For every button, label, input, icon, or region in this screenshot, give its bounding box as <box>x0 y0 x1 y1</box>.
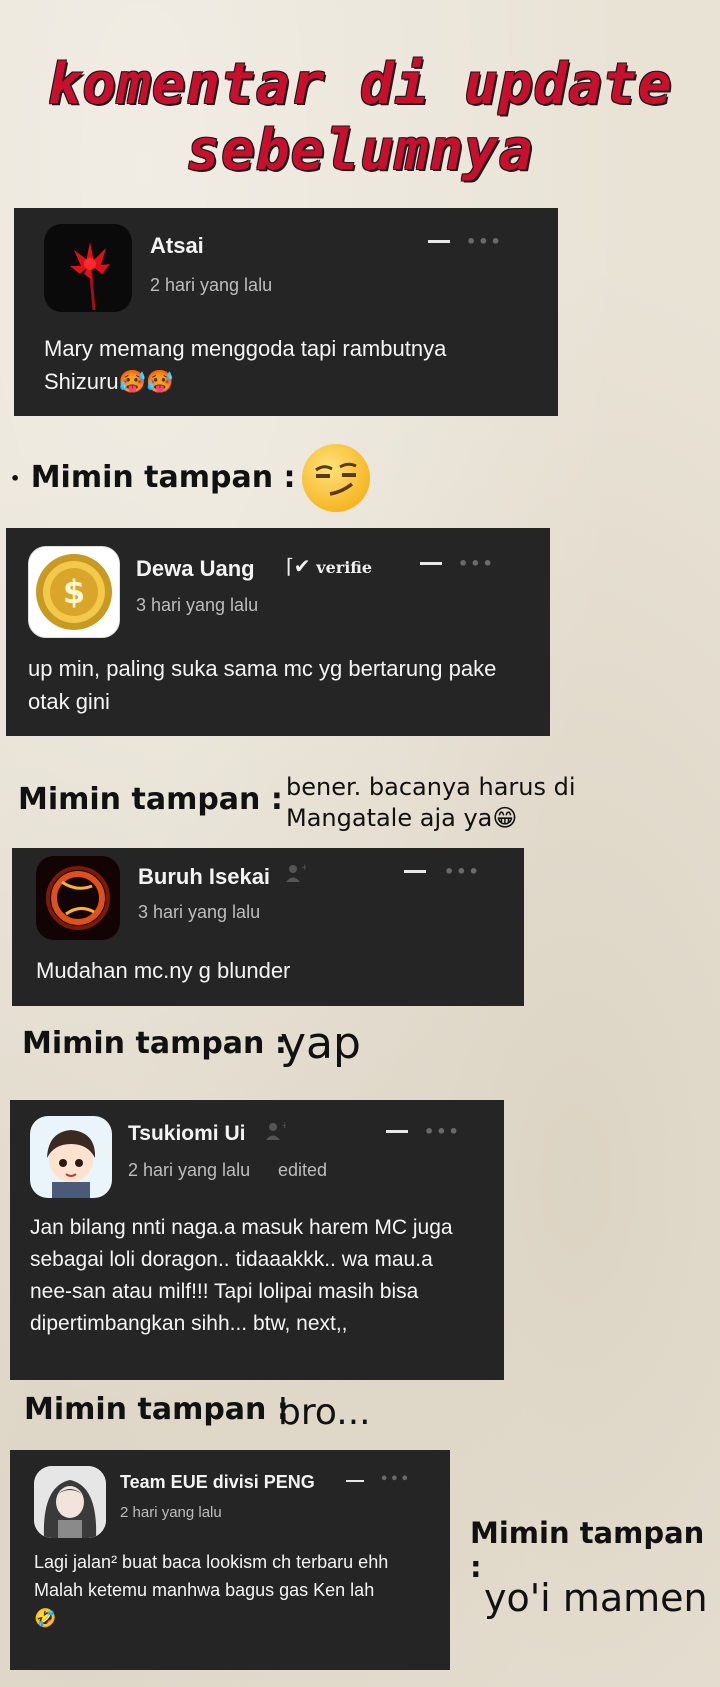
collapse-icon[interactable] <box>420 562 442 565</box>
smirk-emoji-icon <box>300 442 372 518</box>
collapse-icon[interactable] <box>346 1480 364 1482</box>
comment-text: up min, paling suka sama mc yg bertarung… <box>28 656 497 714</box>
reply-label-1: • Mimin tampan : <box>10 460 296 495</box>
comment-username[interactable]: Atsai <box>150 233 204 259</box>
comment-text: Jan bilang nnti naga.a masuk harem MC ju… <box>30 1216 453 1335</box>
more-options-icon[interactable]: ••• <box>466 232 503 251</box>
rofl-emoji-icon: 🤣 <box>34 1608 57 1628</box>
reply-text-4: bro... <box>278 1392 371 1433</box>
svg-text:+: + <box>301 863 306 873</box>
verified-badge-text: verifie <box>316 558 373 577</box>
more-options-icon[interactable]: ••• <box>444 862 481 881</box>
more-options-icon[interactable]: ••• <box>424 1122 461 1141</box>
verified-check-icon: ⌈✔ <box>286 554 311 578</box>
reply-text-line1: bener. bacanya harus di <box>286 773 576 801</box>
reply-text-2: bener. bacanya harus di Mangatale aja ya… <box>286 772 576 834</box>
comment-card-5: Team EUE divisi PENG ••• 2 hari yang lal… <box>10 1450 450 1670</box>
comment-card-4: Tsukiomi Ui + ••• 2 hari yang lalu edite… <box>10 1100 504 1380</box>
comment-username[interactable]: Dewa Uang <box>136 556 255 582</box>
anime-boy-avatar[interactable] <box>30 1116 112 1198</box>
comment-card-3: Buruh Isekai + ••• 3 hari yang lalu Muda… <box>12 848 524 1006</box>
reply-text-5: yo'i mamen <box>484 1576 708 1620</box>
reply-text-line2: Mangatale aja ya😁 <box>286 804 518 832</box>
reply-label-2: Mimin tampan : <box>18 782 283 817</box>
svg-text:+: + <box>281 1121 286 1131</box>
page-title-line1: komentar di update <box>47 52 673 117</box>
comment-edited-label: edited <box>278 1160 328 1180</box>
collapse-icon[interactable] <box>404 870 426 873</box>
reply-label-3: Mimin tampan : <box>22 1026 287 1061</box>
comment-time: 2 hari yang lalu <box>128 1160 251 1180</box>
reply-label-4: Mimin tampan : <box>24 1392 289 1427</box>
reply-text-3: yap <box>280 1018 361 1069</box>
anime-girl-avatar[interactable] <box>34 1466 106 1538</box>
comment-text-line2: Malah ketemu manhwa bagus gas Ken lah <box>34 1580 375 1600</box>
reply-label-text: Mimin tampan : <box>30 460 296 495</box>
comment-time: 3 hari yang lalu <box>136 595 259 615</box>
comment-text: Mary memang menggoda tapi rambutnya Shiz… <box>44 336 447 394</box>
comment-username[interactable]: Team EUE divisi PENG <box>120 1472 315 1493</box>
comment-text: Mudahan mc.ny g blunder <box>36 958 291 983</box>
more-options-icon[interactable]: ••• <box>458 554 495 573</box>
comment-time: 3 hari yang lalu <box>138 902 261 922</box>
svg-text:$: $ <box>63 573 85 611</box>
comment-card-1: Atsai 2 hari yang lalu ••• Mary memang m… <box>14 208 558 416</box>
comment-text: Lagi jalan² buat baca lookism ch terbaru… <box>34 1548 434 1632</box>
collapse-icon[interactable] <box>386 1130 408 1133</box>
follow-user-icon[interactable]: + <box>284 862 309 884</box>
comment-username[interactable]: Tsukiomi Ui <box>128 1122 245 1146</box>
page-title-line2: sebelumnya <box>186 118 534 183</box>
reply-label-5: Mimin tampan : <box>470 1516 705 1584</box>
verified-badge: ⌈✔ verifie <box>286 554 372 578</box>
comment-time: 2 hari yang lalu <box>150 275 273 295</box>
comment-text-line1: Lagi jalan² buat baca lookism ch terbaru… <box>34 1552 389 1572</box>
reply-label-bullet: • <box>10 469 21 488</box>
comment-username[interactable]: Buruh Isekai <box>138 864 270 890</box>
comment-card-2: $ Dewa Uang ⌈✔ verifie ••• 3 hari yang l… <box>6 528 550 736</box>
collapse-icon[interactable] <box>428 240 450 243</box>
fire-ring-avatar[interactable] <box>36 856 120 940</box>
gold-coin-avatar[interactable]: $ <box>28 546 120 638</box>
comment-time: 2 hari yang lalu <box>120 1504 222 1521</box>
follow-user-icon[interactable]: + <box>264 1120 289 1142</box>
red-spider-lily-avatar[interactable] <box>44 224 132 312</box>
more-options-icon[interactable]: ••• <box>380 1472 411 1487</box>
